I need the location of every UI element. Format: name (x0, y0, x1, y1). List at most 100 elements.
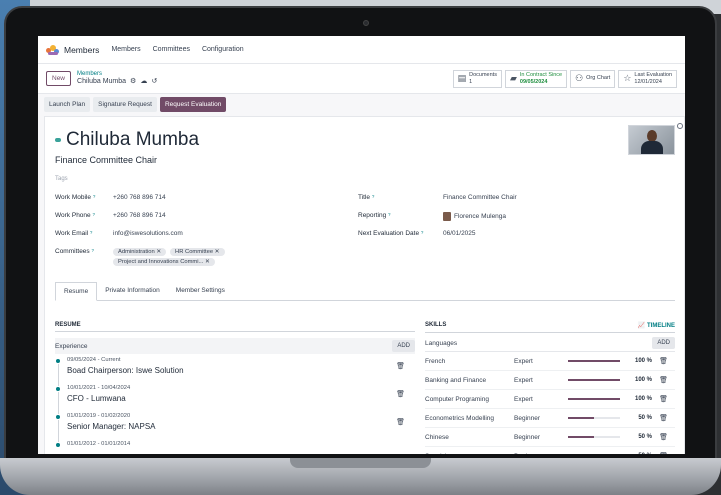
skill-progress-bar (568, 379, 620, 381)
committee-tag[interactable]: HR Committee ✕ (170, 248, 225, 256)
timeline-button[interactable]: 📈 TIMELINE (638, 322, 675, 329)
help-icon[interactable]: ? (93, 194, 96, 199)
next-evaluation-value[interactable]: 06/01/2025 (443, 230, 476, 237)
resume-line[interactable]: 01/01/2012 - 01/01/2014 (55, 438, 415, 454)
resume-line-date: 01/01/2019 - 01/02/2020 (67, 413, 131, 419)
skill-progress-fill (568, 436, 594, 438)
status-circle-icon (677, 123, 683, 129)
skills-section: SKILLS 📈 TIMELINE Languages ADD French Ex… (425, 322, 675, 454)
committees-label-text: Committees (55, 248, 90, 255)
breadcrumb-current: Chiluba Mumba (77, 77, 127, 85)
chart-line-icon: 📈 (637, 323, 646, 329)
employee-name[interactable]: Chiluba Mumba (66, 129, 199, 151)
contract-button[interactable]: ▰ In Contract Since 09/05/2024 (504, 69, 568, 88)
remove-icon[interactable]: ✕ (156, 249, 161, 255)
tab-private-information[interactable]: Private Information (97, 282, 168, 300)
members-app-icon (46, 44, 60, 55)
skill-row[interactable]: Econometrics Modelling Beginner 50 % 🗑 (425, 409, 675, 428)
launch-plan-button[interactable]: Launch Plan (44, 96, 91, 112)
help-icon[interactable]: ? (372, 194, 375, 199)
skill-row[interactable]: French Expert 100 % 🗑 (425, 352, 675, 371)
skill-group-label: Languages (425, 339, 458, 347)
documents-button[interactable]: ▤ Documents 1 (452, 69, 502, 88)
menu-committees[interactable]: Committees (153, 46, 190, 53)
contract-icon: ▰ (509, 72, 517, 83)
request-evaluation-button[interactable]: Request Evaluation (159, 96, 227, 112)
work-phone-value[interactable]: +260 768 896 714 (113, 212, 166, 219)
signature-request-button[interactable]: Signature Request (93, 96, 157, 112)
work-email-value[interactable]: info@iswesolutions.com (113, 230, 183, 237)
help-icon[interactable]: ? (92, 212, 95, 217)
add-skill-button[interactable]: ADD (652, 337, 675, 349)
presence-icon (55, 138, 61, 142)
committees-row: Committees ? Administration ✕ HR Committ… (55, 248, 253, 268)
app-brand[interactable]: Members (46, 44, 100, 55)
committee-tag-label: HR Committee (175, 249, 214, 255)
form-tabs: Resume Private Information Member Settin… (55, 282, 675, 301)
resume-section: RESUME Experience ADD 09/05/2024 - Curre… (55, 322, 415, 454)
trash-icon[interactable]: 🗑 (652, 452, 668, 454)
remove-icon[interactable]: ✕ (205, 259, 210, 265)
trash-icon[interactable]: 🗑 (396, 362, 405, 370)
committees-tags[interactable]: Administration ✕ HR Committee ✕ Project … (113, 248, 253, 268)
trash-icon[interactable]: 🗑 (652, 376, 668, 384)
trash-icon[interactable]: 🗑 (652, 433, 668, 441)
remove-icon[interactable]: ✕ (215, 249, 220, 255)
star-icon: ☆ (623, 72, 632, 83)
trash-icon[interactable]: 🗑 (652, 357, 668, 365)
timeline-dot (56, 359, 60, 363)
trash-icon[interactable]: 🗑 (396, 390, 405, 398)
work-phone-label-text: Work Phone (55, 212, 91, 219)
work-mobile-value[interactable]: +260 768 896 714 (113, 194, 166, 201)
trash-icon[interactable]: 🗑 (652, 395, 668, 403)
job-title[interactable]: Finance Committee Chair (55, 155, 674, 165)
gear-icon[interactable]: ⚙ (130, 78, 136, 86)
help-icon[interactable]: ? (90, 230, 93, 235)
resume-line[interactable]: 01/01/2019 - 01/02/2020 Senior Manager: … (55, 410, 415, 442)
menu-configuration[interactable]: Configuration (202, 46, 244, 53)
org-chart-icon: ⚇ (575, 72, 584, 83)
contract-date: 09/05/2024 (519, 78, 548, 85)
app-name: Members (64, 44, 100, 55)
add-resume-button[interactable]: ADD (392, 340, 415, 352)
trash-icon[interactable]: 🗑 (396, 418, 405, 426)
skill-row[interactable]: Banking and Finance Expert 100 % 🗑 (425, 371, 675, 390)
cloud-save-icon[interactable]: ☁ (140, 78, 147, 86)
breadcrumb-parent[interactable]: Members (77, 71, 157, 78)
org-chart-button[interactable]: ⚇ Org Chart (570, 69, 616, 88)
resume-line-title: CFO - Lumwana (67, 394, 126, 403)
help-icon[interactable]: ? (388, 212, 391, 217)
last-evaluation-date: 12/01/2024 (634, 78, 662, 85)
last-evaluation-button[interactable]: ☆ Last Evaluation 12/01/2024 (618, 69, 677, 88)
trash-icon[interactable]: 🗑 (652, 414, 668, 422)
tab-member-settings[interactable]: Member Settings (168, 282, 233, 300)
menu-members[interactable]: Members (111, 46, 140, 53)
committee-tag[interactable]: Project and Innovations Commi... ✕ (113, 258, 215, 266)
skill-level: Beginner (514, 414, 541, 422)
skill-row[interactable]: Computer Programing Expert 100 % 🗑 (425, 390, 675, 409)
help-icon[interactable]: ? (92, 248, 95, 253)
tab-resume[interactable]: Resume (55, 282, 98, 301)
work-phone-label: Work Phone ? (55, 212, 113, 219)
skill-row[interactable]: SpanishBeginner 50 %🗑 (425, 447, 675, 455)
employee-photo[interactable] (628, 125, 675, 155)
skill-row[interactable]: Chinese Beginner 50 % 🗑 (425, 428, 675, 447)
resume-line[interactable]: 09/05/2024 - Current Boad Chairperson: I… (55, 354, 415, 386)
resume-line-date: 09/05/2024 - Current (67, 357, 121, 363)
title-value[interactable]: Finance Committee Chair (443, 194, 517, 201)
reporting-manager-name: Florence Mulenga (454, 213, 507, 221)
skill-progress-bar (568, 436, 620, 438)
new-button[interactable]: New (46, 71, 72, 86)
skill-name: Econometrics Modelling (425, 414, 495, 422)
reporting-label: Reporting ? (358, 212, 443, 221)
committee-tag[interactable]: Administration ✕ (113, 248, 167, 256)
help-icon[interactable]: ? (421, 230, 424, 235)
skills-header: SKILLS 📈 TIMELINE (425, 322, 675, 333)
control-panel: New Members Chiluba Mumba ⚙ ☁ ↺ ▤ Docume… (38, 64, 685, 94)
next-evaluation-label-text: Next Evaluation Date (358, 230, 420, 237)
discard-icon[interactable]: ↺ (151, 78, 157, 86)
reporting-value[interactable]: Florence Mulenga (443, 212, 506, 221)
status-bar: Launch Plan Signature Request Request Ev… (38, 94, 685, 114)
tags-field[interactable]: Tags (55, 176, 674, 182)
resume-line[interactable]: 10/01/2021 - 10/04/2024 CFO - Lumwana 🗑 (55, 382, 415, 414)
